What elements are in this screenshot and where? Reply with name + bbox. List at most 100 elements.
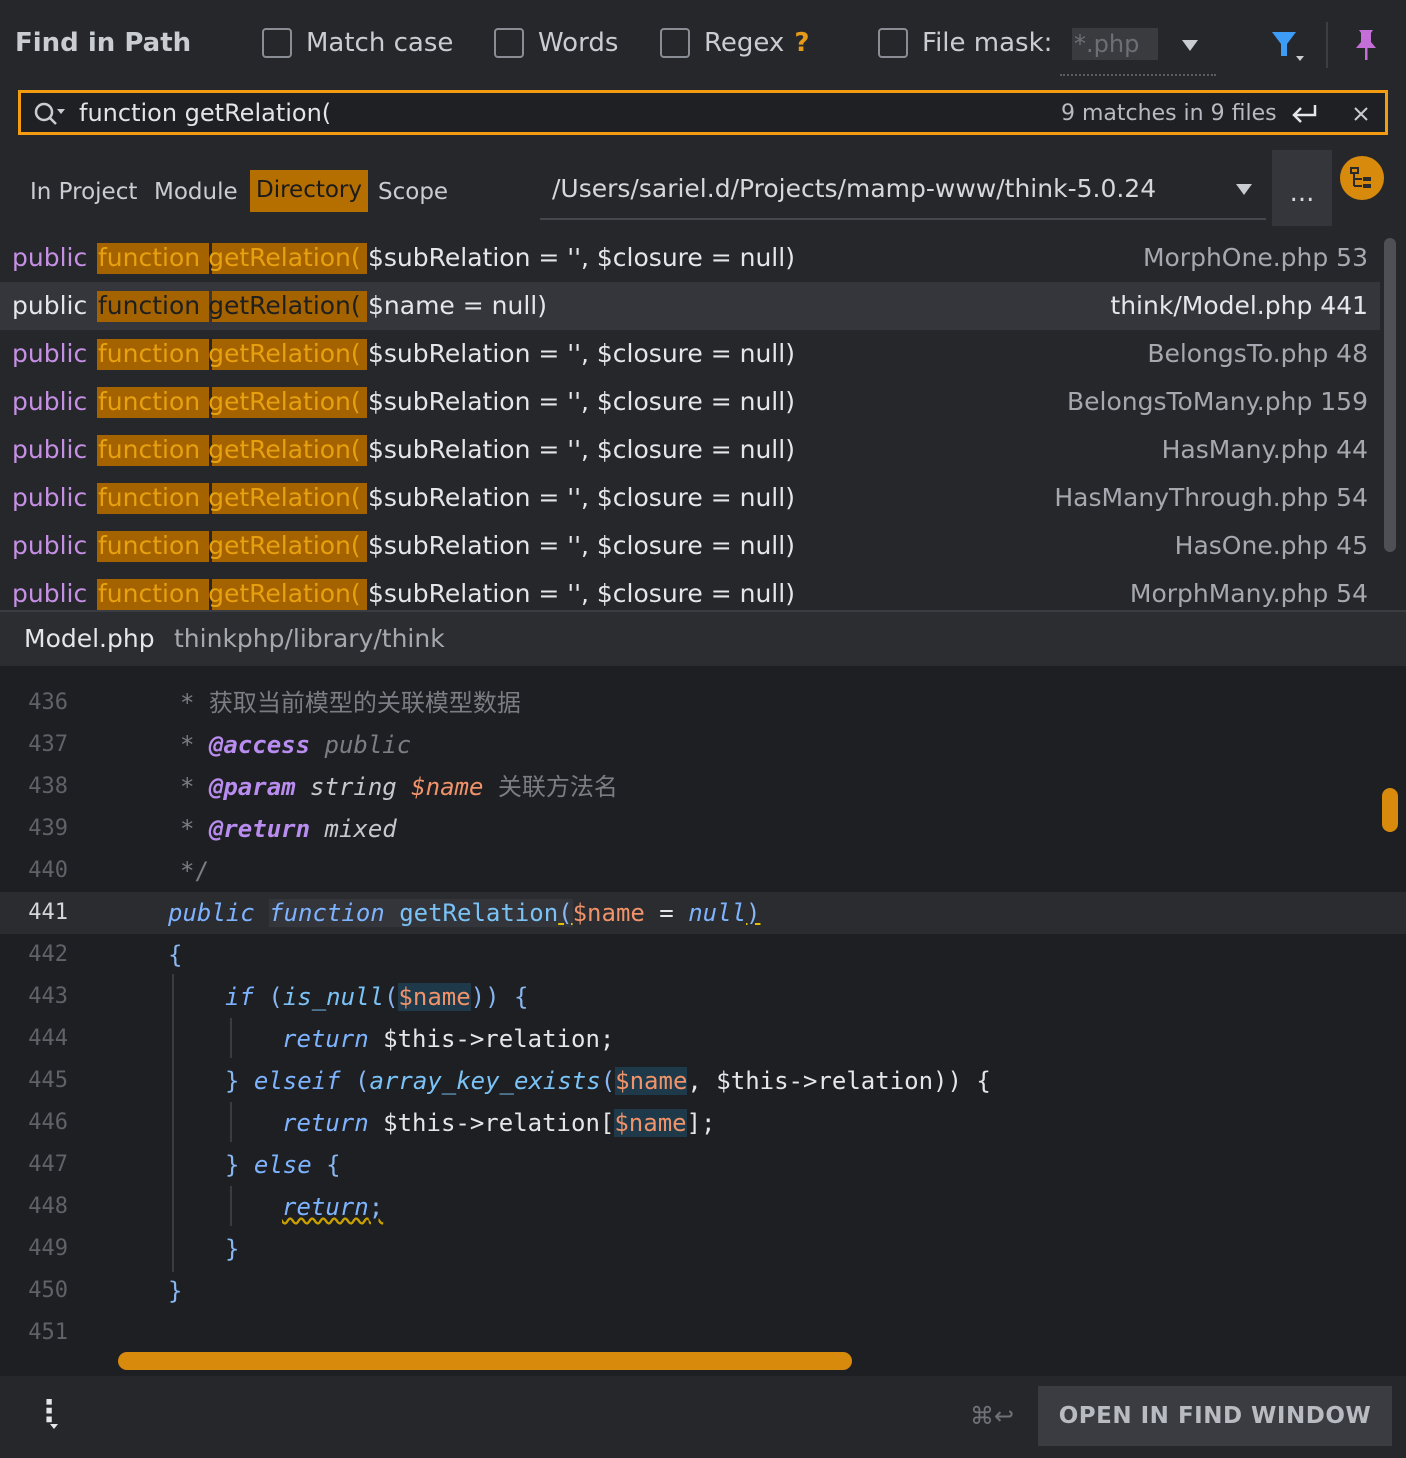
result-args: $subRelation = '', $closure = null) bbox=[368, 483, 795, 512]
dialog-title: Find in Path bbox=[15, 28, 192, 58]
result-row[interactable]: public function getRelation( $subRelatio… bbox=[0, 570, 1380, 610]
file-mask-option[interactable]: File mask: bbox=[878, 28, 1052, 58]
match-case-option[interactable]: Match case bbox=[262, 28, 453, 58]
result-keyword: public bbox=[12, 243, 88, 272]
code-line: 450 } bbox=[0, 1270, 1406, 1312]
match-count: 9 matches in 9 files bbox=[1061, 101, 1277, 126]
line-number: 437 bbox=[28, 732, 68, 757]
result-file: HasOne.php 45 bbox=[1174, 531, 1368, 560]
open-in-find-window-button[interactable]: OPEN IN FIND WINDOW bbox=[1038, 1386, 1392, 1446]
code-line: 444 return $this->relation; bbox=[0, 1018, 1406, 1060]
result-file: BelongsTo.php 48 bbox=[1147, 339, 1368, 368]
results-scrollbar[interactable] bbox=[1384, 238, 1396, 552]
search-field[interactable]: function getRelation( 9 matches in 9 fil… bbox=[18, 90, 1388, 135]
line-number: 451 bbox=[28, 1320, 68, 1345]
line-number: 450 bbox=[28, 1278, 68, 1303]
result-row[interactable]: public function getRelation( $subRelatio… bbox=[0, 330, 1380, 378]
tab-directory[interactable]: Directory bbox=[250, 170, 369, 212]
line-number: 447 bbox=[28, 1152, 68, 1177]
tab-in-project[interactable]: In Project bbox=[24, 176, 143, 216]
result-keyword: public bbox=[12, 339, 88, 368]
words-label: Words bbox=[538, 28, 619, 58]
find-header: Find in Path Match case Words Regex ? Fi… bbox=[0, 0, 1406, 88]
shortcut-hint: ⌘↩ bbox=[970, 1402, 1015, 1430]
search-input[interactable]: function getRelation( bbox=[79, 99, 331, 127]
code-preview[interactable]: 436 * 获取当前模型的关联模型数据 437 * @access public… bbox=[0, 666, 1406, 1376]
more-options-caret-icon bbox=[50, 1424, 58, 1429]
result-keyword: public bbox=[12, 483, 88, 512]
match-case-label: Match case bbox=[306, 28, 454, 58]
line-number: 436 bbox=[28, 690, 68, 715]
code-horizontal-scrollbar[interactable] bbox=[118, 1352, 852, 1370]
result-row[interactable]: public function getRelation( $subRelatio… bbox=[0, 378, 1380, 426]
search-icon[interactable] bbox=[33, 101, 67, 127]
tab-scope[interactable]: Scope bbox=[372, 176, 454, 216]
result-file: BelongsToMany.php 159 bbox=[1067, 387, 1368, 416]
result-row[interactable]: public function getRelation( $subRelatio… bbox=[0, 522, 1380, 570]
code-line: 442 { bbox=[0, 934, 1406, 976]
header-separator bbox=[1326, 22, 1328, 68]
result-row[interactable]: public function getRelation( $subRelatio… bbox=[0, 426, 1380, 474]
tab-module[interactable]: Module bbox=[148, 176, 244, 216]
filter-icon[interactable] bbox=[1270, 30, 1306, 62]
regex-checkbox[interactable] bbox=[660, 28, 690, 58]
result-match: function getRelation( bbox=[98, 483, 361, 512]
result-args: $subRelation = '', $closure = null) bbox=[368, 435, 795, 464]
more-options-icon[interactable]: ⋮ bbox=[34, 1394, 64, 1429]
result-file: HasMany.php 44 bbox=[1161, 435, 1368, 464]
file-mask-checkbox[interactable] bbox=[878, 28, 908, 58]
code-line: 446 return $this->relation[$name]; bbox=[0, 1102, 1406, 1144]
line-number: 439 bbox=[28, 816, 68, 841]
line-number: 449 bbox=[28, 1236, 68, 1261]
path-dropdown-icon[interactable] bbox=[1236, 184, 1252, 195]
result-match: function getRelation( bbox=[98, 291, 361, 320]
result-match: function getRelation( bbox=[98, 339, 361, 368]
result-keyword: public bbox=[12, 291, 88, 320]
scope-row: In Project Module Directory Scope /Users… bbox=[0, 150, 1406, 228]
directory-path-select[interactable]: /Users/sariel.d/Projects/mamp-www/think-… bbox=[540, 170, 1266, 220]
words-checkbox[interactable] bbox=[494, 28, 524, 58]
code-line: 437 * @access public bbox=[0, 724, 1406, 766]
file-mask-input[interactable]: *.php bbox=[1072, 28, 1158, 60]
result-args: $subRelation = '', $closure = null) bbox=[368, 531, 795, 560]
line-number: 441 bbox=[28, 900, 68, 925]
result-file: HasManyThrough.php 54 bbox=[1054, 483, 1368, 512]
result-keyword: public bbox=[12, 387, 88, 416]
line-number: 442 bbox=[28, 942, 68, 967]
result-file: MorphOne.php 53 bbox=[1142, 243, 1368, 272]
result-keyword: public bbox=[12, 531, 88, 560]
line-number: 448 bbox=[28, 1194, 68, 1219]
browse-button[interactable]: ... bbox=[1272, 150, 1332, 226]
result-row[interactable]: public function getRelation( $subRelatio… bbox=[0, 474, 1380, 522]
code-vertical-scrollbar[interactable] bbox=[1382, 788, 1398, 832]
result-file: think/Model.php 441 bbox=[1110, 291, 1368, 320]
result-match: function getRelation( bbox=[98, 579, 361, 608]
result-args: $subRelation = '', $closure = null) bbox=[368, 579, 795, 608]
result-match: function getRelation( bbox=[98, 243, 361, 272]
clear-icon[interactable] bbox=[1353, 106, 1369, 122]
line-number: 438 bbox=[28, 774, 68, 799]
footer: ⋮ ⌘↩ OPEN IN FIND WINDOW bbox=[0, 1376, 1406, 1458]
file-mask-underline bbox=[1060, 74, 1216, 76]
words-option[interactable]: Words bbox=[494, 28, 618, 58]
result-args: $subRelation = '', $closure = null) bbox=[368, 243, 795, 272]
line-number: 444 bbox=[28, 1026, 68, 1051]
regex-label: Regex bbox=[704, 28, 785, 58]
code-line: 443 if (is_null($name)) { bbox=[0, 976, 1406, 1018]
tree-view-button[interactable] bbox=[1340, 156, 1384, 200]
newline-icon[interactable] bbox=[1291, 103, 1319, 125]
code-line: 439 * @return mixed bbox=[0, 808, 1406, 850]
regex-help-icon[interactable]: ? bbox=[794, 28, 809, 58]
pin-icon[interactable] bbox=[1354, 28, 1378, 62]
result-file: MorphMany.php 54 bbox=[1129, 579, 1368, 608]
result-args: $subRelation = '', $closure = null) bbox=[368, 339, 795, 368]
result-keyword: public bbox=[12, 435, 88, 464]
result-match: function getRelation( bbox=[98, 387, 361, 416]
match-case-checkbox[interactable] bbox=[262, 28, 292, 58]
regex-option[interactable]: Regex ? bbox=[660, 28, 809, 58]
result-row-selected[interactable]: public function getRelation( $name = nul… bbox=[0, 282, 1380, 330]
file-mask-dropdown-icon[interactable] bbox=[1182, 40, 1198, 51]
preview-file-dir: thinkphp/library/think bbox=[174, 624, 445, 653]
result-row[interactable]: public function getRelation( $subRelatio… bbox=[0, 234, 1380, 282]
preview-header: Model.php thinkphp/library/think bbox=[0, 610, 1406, 666]
